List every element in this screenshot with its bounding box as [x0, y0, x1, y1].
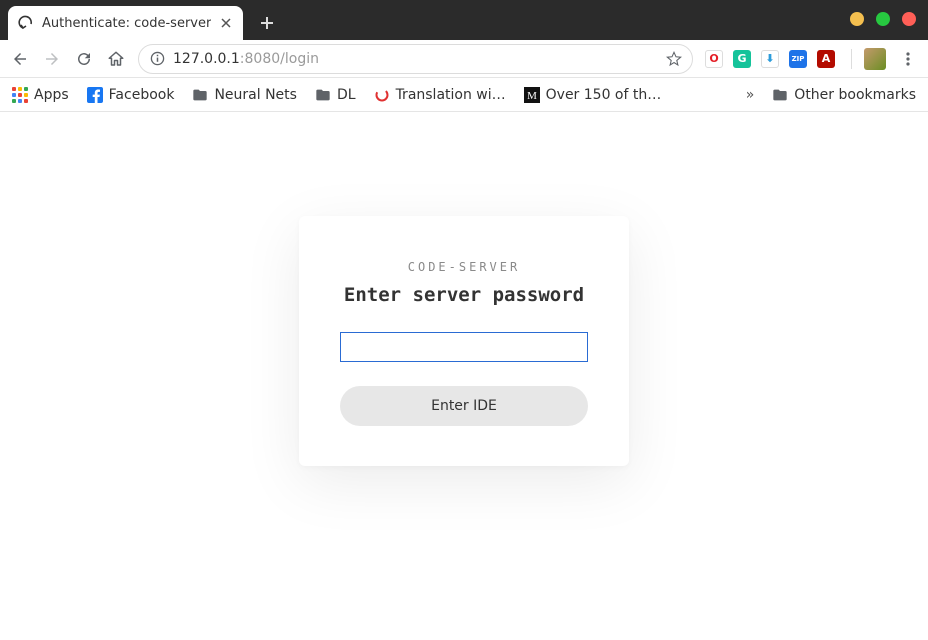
- window-close-button[interactable]: [902, 12, 916, 26]
- back-button[interactable]: [10, 49, 30, 69]
- bookmark-star-icon[interactable]: [666, 51, 682, 67]
- forward-button[interactable]: [42, 49, 62, 69]
- bookmark-item[interactable]: DL: [315, 87, 356, 103]
- home-button[interactable]: [106, 49, 126, 69]
- grammarly-icon[interactable]: G: [733, 50, 751, 68]
- window-minimize-button[interactable]: [850, 12, 864, 26]
- medium-icon: M: [524, 87, 540, 103]
- window-maximize-button[interactable]: [876, 12, 890, 26]
- folder-icon: [772, 87, 788, 103]
- bookmark-label: Over 150 of th…: [546, 87, 662, 103]
- other-bookmarks-label: Other bookmarks: [794, 87, 916, 103]
- bookmark-label: Translation wi…: [396, 87, 506, 103]
- url-text: 127.0.0.1:8080/login: [173, 51, 319, 67]
- password-input[interactable]: [340, 332, 588, 362]
- window-controls: [850, 12, 916, 26]
- idm-icon[interactable]: ⬇: [761, 50, 779, 68]
- reload-button[interactable]: [74, 49, 94, 69]
- spinner-icon: [374, 87, 390, 103]
- enter-ide-button[interactable]: Enter IDE: [340, 386, 588, 426]
- favicon-icon: [18, 15, 34, 31]
- adobe-icon[interactable]: A: [817, 50, 835, 68]
- bookmark-item[interactable]: Translation wi…: [374, 87, 506, 103]
- toolbar-divider: [851, 49, 852, 69]
- titlebar: Authenticate: code-server: [0, 0, 928, 40]
- apps-icon: [12, 87, 28, 103]
- browser-tab[interactable]: Authenticate: code-server: [8, 6, 243, 40]
- menu-button[interactable]: [898, 49, 918, 69]
- bookmark-item[interactable]: Neural Nets: [192, 87, 297, 103]
- tab-title: Authenticate: code-server: [42, 16, 211, 31]
- new-tab-button[interactable]: [253, 9, 281, 37]
- close-tab-icon[interactable]: [219, 16, 233, 30]
- apps-label: Apps: [34, 87, 69, 103]
- profile-avatar[interactable]: [864, 48, 886, 70]
- opera-icon[interactable]: O: [705, 50, 723, 68]
- browser-chrome: Authenticate: code-server: [0, 0, 928, 640]
- folder-icon: [315, 87, 331, 103]
- bookmark-label: Neural Nets: [214, 87, 297, 103]
- login-eyebrow: CODE-SERVER: [327, 260, 601, 274]
- page-content: CODE-SERVER Enter server password Enter …: [0, 112, 928, 640]
- apps-shortcut[interactable]: Apps: [12, 87, 69, 103]
- bookmark-item[interactable]: M Over 150 of th…: [524, 87, 662, 103]
- bookmarks-bar: Apps Facebook Neural Nets DL Translation wi…: [0, 78, 928, 112]
- extension-icons: OG ⬇ ZIP A: [705, 50, 839, 68]
- folder-icon: [192, 87, 208, 103]
- toolbar: 127.0.0.1:8080/login OG ⬇ ZIP A: [0, 40, 928, 78]
- zip-icon[interactable]: ZIP: [789, 50, 807, 68]
- bookmarks-overflow-button[interactable]: »: [746, 87, 755, 103]
- site-info-icon[interactable]: [149, 51, 165, 67]
- login-card: CODE-SERVER Enter server password Enter …: [299, 216, 629, 466]
- facebook-icon: [87, 87, 103, 103]
- address-bar[interactable]: 127.0.0.1:8080/login: [138, 44, 693, 74]
- other-bookmarks[interactable]: Other bookmarks: [772, 87, 916, 103]
- svg-text:M: M: [527, 90, 537, 102]
- login-title: Enter server password: [327, 284, 601, 306]
- bookmark-label: DL: [337, 87, 356, 103]
- bookmark-label: Facebook: [109, 87, 175, 103]
- bookmark-item[interactable]: Facebook: [87, 87, 175, 103]
